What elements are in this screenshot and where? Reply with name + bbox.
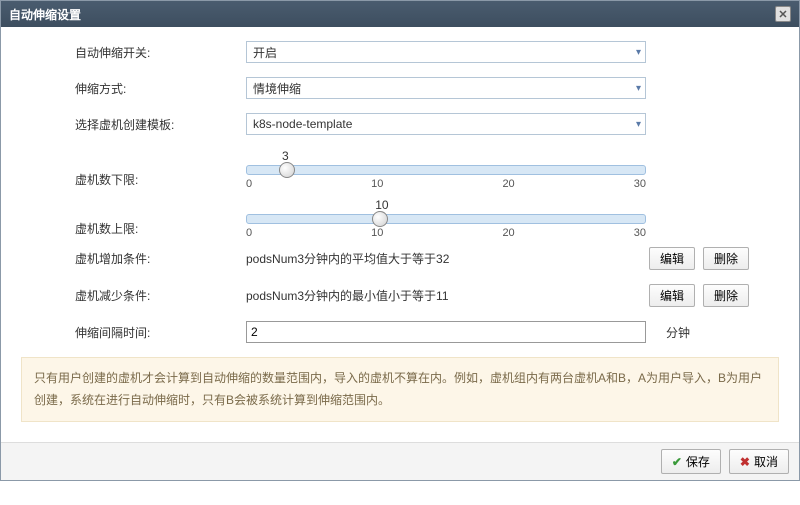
edit-rule-add-button[interactable]: 编辑 (649, 247, 695, 270)
slider-max-thumb[interactable] (372, 211, 388, 227)
row-rule-add: 虚机增加条件: podsNum3分钟内的平均值大于等于32 编辑 删除 (21, 247, 779, 270)
label-max: 虚机数上限: (21, 198, 246, 237)
row-switch: 自动伸缩开关: 开启 ▾ (21, 41, 779, 63)
slider-max: 10 0 10 20 30 (246, 198, 646, 239)
slider-min-value: 3 (246, 149, 646, 163)
dialog-footer: ✔ 保存 ✖ 取消 (1, 442, 799, 480)
label-rule-del: 虚机减少条件: (21, 287, 246, 304)
tick: 0 (246, 227, 252, 239)
tick: 10 (371, 178, 383, 190)
close-icon[interactable]: ✕ (775, 6, 791, 22)
tick: 10 (371, 227, 383, 239)
cross-icon: ✖ (740, 455, 750, 469)
titlebar: 自动伸缩设置 ✕ (1, 1, 799, 27)
slider-min: 3 0 10 20 30 (246, 149, 646, 190)
chevron-down-icon: ▾ (636, 119, 641, 130)
row-interval: 伸缩间隔时间: 分钟 (21, 321, 779, 343)
rule-del-text: podsNum3分钟内的最小值小于等于11 (246, 287, 449, 304)
tick: 20 (502, 227, 514, 239)
tick: 30 (634, 178, 646, 190)
save-button-label: 保存 (686, 453, 710, 470)
tick: 30 (634, 227, 646, 239)
autoscale-dialog: 自动伸缩设置 ✕ 自动伸缩开关: 开启 ▾ 伸缩方式: 情境伸缩 ▾ 选择虚机 (0, 0, 800, 481)
delete-rule-del-button[interactable]: 删除 (703, 284, 749, 307)
delete-rule-add-button[interactable]: 删除 (703, 247, 749, 270)
interval-unit: 分钟 (666, 324, 690, 341)
slider-max-ticks: 0 10 20 30 (246, 227, 646, 239)
slider-min-track[interactable] (246, 165, 646, 175)
row-min: 虚机数下限: 3 0 10 20 30 (21, 149, 779, 190)
select-mode-value: 情境伸缩 (253, 80, 301, 97)
select-template-value: k8s-node-template (253, 117, 352, 131)
info-panel: 只有用户创建的虚机才会计算到自动伸缩的数量范围内，导入的虚机不算在内。例如，虚机… (21, 357, 779, 422)
slider-min-ticks: 0 10 20 30 (246, 178, 646, 190)
slider-max-value: 10 (246, 198, 646, 212)
label-min: 虚机数下限: (21, 149, 246, 188)
cancel-button[interactable]: ✖ 取消 (729, 449, 789, 474)
label-switch: 自动伸缩开关: (21, 44, 246, 61)
cancel-button-label: 取消 (754, 453, 778, 470)
row-template: 选择虚机创建模板: k8s-node-template ▾ (21, 113, 779, 135)
dialog-title: 自动伸缩设置 (9, 6, 81, 23)
row-mode: 伸缩方式: 情境伸缩 ▾ (21, 77, 779, 99)
select-switch[interactable]: 开启 ▾ (246, 41, 646, 63)
chevron-down-icon: ▾ (636, 83, 641, 94)
label-rule-add: 虚机增加条件: (21, 250, 246, 267)
select-switch-value: 开启 (253, 44, 277, 61)
slider-max-track[interactable] (246, 214, 646, 224)
row-rule-del: 虚机减少条件: podsNum3分钟内的最小值小于等于11 编辑 删除 (21, 284, 779, 307)
label-mode: 伸缩方式: (21, 80, 246, 97)
select-mode[interactable]: 情境伸缩 ▾ (246, 77, 646, 99)
slider-min-thumb[interactable] (279, 162, 295, 178)
label-template: 选择虚机创建模板: (21, 116, 246, 133)
tick: 0 (246, 178, 252, 190)
rule-add-text: podsNum3分钟内的平均值大于等于32 (246, 250, 449, 267)
save-button[interactable]: ✔ 保存 (661, 449, 721, 474)
select-template[interactable]: k8s-node-template ▾ (246, 113, 646, 135)
row-max: 虚机数上限: 10 0 10 20 30 (21, 198, 779, 239)
interval-input[interactable] (246, 321, 646, 343)
edit-rule-del-button[interactable]: 编辑 (649, 284, 695, 307)
tick: 20 (502, 178, 514, 190)
label-interval: 伸缩间隔时间: (21, 324, 246, 341)
check-icon: ✔ (672, 455, 682, 469)
dialog-body: 自动伸缩开关: 开启 ▾ 伸缩方式: 情境伸缩 ▾ 选择虚机创建模板: (1, 27, 799, 442)
chevron-down-icon: ▾ (636, 47, 641, 58)
